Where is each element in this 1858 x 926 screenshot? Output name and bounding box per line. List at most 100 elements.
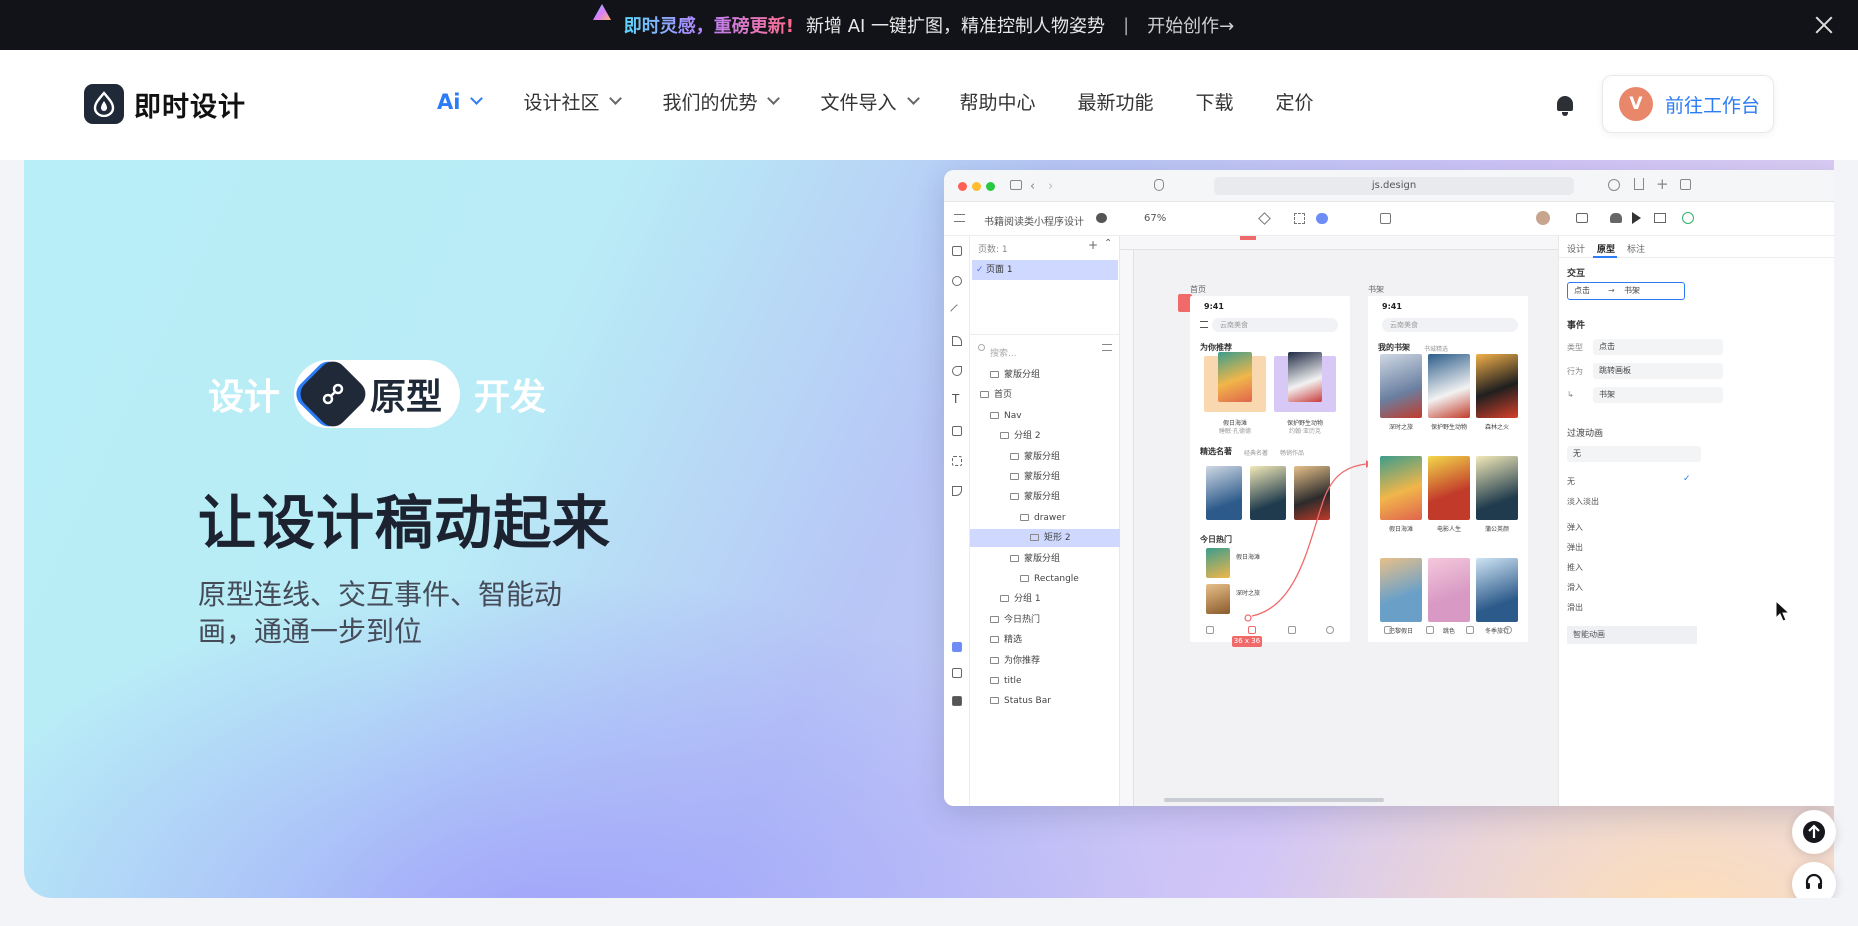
plugins-panel-icon[interactable] — [952, 696, 962, 706]
layout-icon — [1380, 213, 1391, 224]
transition-option[interactable]: 滑出 — [1567, 602, 1697, 613]
transition-option[interactable]: 智能动画 — [1567, 626, 1697, 644]
book-title: 深时之旅 — [1388, 424, 1413, 431]
layer-item[interactable]: 今日热门 — [970, 611, 1120, 629]
sidebar-icon — [1010, 180, 1022, 190]
logo-icon — [84, 84, 124, 124]
nav-item-help[interactable]: 帮助中心 — [960, 88, 1036, 115]
add-page-icon[interactable]: + — [1088, 238, 1098, 252]
interaction-trigger[interactable]: 点击 → 书架 — [1567, 282, 1685, 300]
start-creating-link[interactable]: 开始创作→ — [1147, 12, 1234, 38]
go-to-workspace-button[interactable]: V 前往工作台 — [1602, 75, 1774, 133]
folder-icon — [990, 656, 999, 664]
layer-item[interactable]: Status Bar — [970, 692, 1120, 710]
type-label: 类型 — [1567, 343, 1583, 352]
layer-item[interactable]: 分组 1 — [970, 590, 1120, 608]
layer-item[interactable]: title — [970, 672, 1120, 690]
transition-option[interactable]: 无 — [1567, 476, 1697, 487]
main-menu: Ai 设计社区 我们的优势 文件导入 帮助中心 最新功能 下载 定价 — [437, 88, 1356, 115]
book-cover — [1380, 558, 1422, 622]
tab-annotate[interactable]: 标注 — [1627, 242, 1645, 255]
prototype-mode-icon — [1316, 213, 1328, 224]
layer-item[interactable]: 蒙版分组 — [970, 488, 1120, 506]
destination-select[interactable]: 书架 — [1593, 387, 1723, 403]
book-title: 森林之火 — [1484, 424, 1509, 431]
folder-icon — [990, 411, 999, 419]
tab-design[interactable]: 设计 — [1567, 242, 1585, 255]
layer-item[interactable]: 蒙版分组 — [970, 550, 1120, 568]
chevron-down-icon — [470, 92, 484, 105]
nav-item-ai[interactable]: Ai — [437, 90, 484, 114]
type-select[interactable]: 点击 — [1593, 339, 1723, 355]
rectangle-tool-icon[interactable] — [952, 246, 962, 256]
nav-item-download[interactable]: 下载 — [1196, 88, 1234, 115]
line-tool-icon[interactable] — [949, 303, 965, 319]
book-cover — [1428, 558, 1470, 622]
play-icon — [1632, 212, 1641, 224]
transition-option[interactable]: 推入 — [1567, 562, 1697, 573]
layer-search-input[interactable]: 搜索... — [990, 346, 1017, 359]
layer-item[interactable]: Nav — [970, 407, 1120, 425]
layer-item[interactable]: 精选 — [970, 631, 1120, 649]
tab-prototype[interactable]: 原型 — [1597, 242, 1615, 255]
layer-item[interactable]: 矩形 2 — [970, 529, 1120, 548]
layer-label: 矩形 2 — [1044, 533, 1071, 544]
assets-panel-icon[interactable] — [952, 668, 962, 678]
announcement-highlight: 即时灵感，重磅更新! — [624, 12, 794, 38]
layers-panel-icon[interactable] — [952, 642, 962, 652]
action-select[interactable]: 跳转画板 — [1593, 363, 1723, 379]
filter-icon[interactable] — [1102, 344, 1112, 351]
brand-logo[interactable]: 即时设计 — [84, 84, 246, 124]
layer-item[interactable]: 蒙版分组 — [970, 366, 1120, 384]
transition-option[interactable]: 弹出 — [1567, 542, 1697, 553]
layer-item[interactable]: 分组 2 — [970, 427, 1120, 445]
back-icon: ‹ — [1030, 179, 1036, 194]
transition-option[interactable]: 滑入 — [1567, 582, 1697, 593]
nav-item-pricing[interactable]: 定价 — [1276, 88, 1314, 115]
book-title: 保护野生动物 — [1430, 424, 1467, 431]
nav-item-new-features[interactable]: 最新功能 — [1078, 88, 1154, 115]
page-bottom — [0, 898, 1858, 926]
design-canvas[interactable]: 首页 书架 9:41 云南美食 为你推荐 假日海滩 保护野生动物 睡眠·孔德德 … — [1120, 236, 1558, 806]
layer-item[interactable]: 为你推荐 — [970, 652, 1120, 670]
nav-item-advantages[interactable]: 我们的优势 — [662, 88, 781, 115]
folder-icon — [990, 636, 999, 644]
text-tool-icon[interactable]: T — [952, 392, 959, 406]
link-icon — [294, 355, 372, 433]
layer-item[interactable]: 蒙版分组 — [970, 448, 1120, 466]
back-to-top-button[interactable] — [1792, 810, 1836, 854]
frame-tool-icon[interactable] — [952, 456, 962, 466]
image-tool-icon[interactable] — [952, 426, 962, 436]
menu-icon — [954, 214, 965, 222]
book-cover — [1476, 456, 1518, 520]
transition-select[interactable]: 无 — [1567, 446, 1701, 462]
layer-item[interactable]: drawer — [970, 509, 1120, 527]
collapse-icon[interactable]: ⌃ — [1104, 238, 1112, 249]
layer-item[interactable]: 首页 — [970, 386, 1120, 404]
step-develop: 开发 — [474, 377, 547, 418]
close-icon[interactable] — [1812, 13, 1836, 37]
trigger-target: 书架 — [1624, 286, 1640, 295]
horizontal-scrollbar[interactable] — [1164, 798, 1384, 802]
nav-item-community[interactable]: 设计社区 — [523, 88, 623, 115]
folder-icon — [1000, 432, 1009, 440]
polygon-tool-icon[interactable] — [952, 336, 962, 346]
transition-option[interactable]: 淡入淡出 — [1567, 496, 1697, 507]
ellipse-tool-icon[interactable] — [952, 276, 962, 286]
product-preview-window: ‹ › js.design + 书籍阅读类小程序设计 67% T 页数: 1 +… — [944, 170, 1834, 806]
pen-tool-icon[interactable] — [952, 366, 962, 376]
present-icon — [1654, 213, 1666, 223]
transition-option[interactable]: 弹入 — [1567, 522, 1697, 533]
brush-tool-icon[interactable] — [952, 486, 962, 496]
phone-frame-shelf[interactable]: 9:41 云南美食 我的书架 书城精选 深时之旅 保护野生动物 森林之火 假日海滩 电影… — [1368, 296, 1528, 642]
book-cover — [1380, 354, 1422, 418]
properties-tabs: 设计 原型 标注 — [1559, 236, 1834, 258]
layer-label: 蒙版分组 — [1024, 553, 1061, 564]
nav-item-import[interactable]: 文件导入 — [820, 88, 920, 115]
bell-icon[interactable] — [1555, 94, 1575, 116]
step-prototype-pill: 原型 — [294, 355, 461, 433]
page-item[interactable]: ✓ 页面 1 — [972, 260, 1118, 280]
layer-item[interactable]: 蒙版分组 — [970, 468, 1120, 486]
layer-item[interactable]: Rectangle — [970, 570, 1120, 588]
properties-panel: 设计 原型 标注 交互 点击 → 书架 事件 类型 点击 行为 跳转画板 ↳ 书… — [1558, 236, 1834, 806]
